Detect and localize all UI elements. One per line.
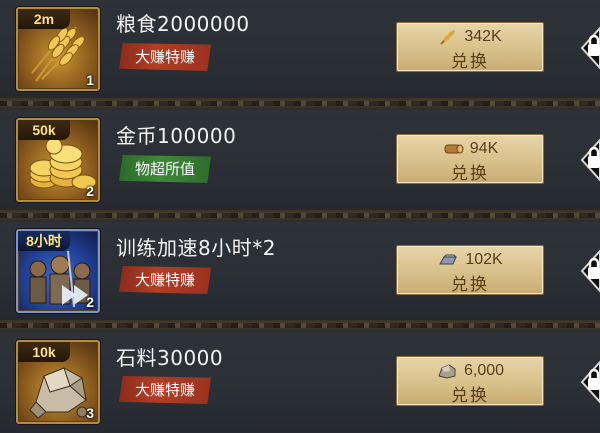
iron-ingot-icon bbox=[439, 254, 458, 265]
item-icon-frame[interactable]: 50k 2 bbox=[16, 118, 100, 202]
item-icon-frame[interactable]: 8小时 2 bbox=[16, 229, 100, 313]
exchange-button-label: 兑换 bbox=[451, 52, 489, 72]
exchange-button-label: 兑换 bbox=[451, 164, 489, 184]
item-title: 训练加速8小时*2 bbox=[116, 236, 276, 260]
exchange-button[interactable]: 6,000 兑换 bbox=[396, 356, 544, 406]
cost-value: 6,000 bbox=[463, 362, 505, 379]
value-badge: 大赚特赚 bbox=[119, 43, 212, 71]
quantity-tag: 50k bbox=[18, 120, 70, 140]
quantity-tag: 10k bbox=[18, 342, 70, 362]
item-count: 1 bbox=[86, 72, 94, 88]
wood-log-icon bbox=[444, 144, 464, 154]
row-divider bbox=[0, 320, 600, 332]
value-badge: 物超所值 bbox=[119, 155, 212, 183]
item-count: 3 bbox=[86, 405, 94, 421]
item-title: 粮食2000000 bbox=[116, 12, 250, 36]
exchange-button-label: 兑换 bbox=[451, 386, 489, 406]
row-divider bbox=[0, 210, 600, 222]
stone-ore-icon bbox=[438, 364, 456, 379]
lock-icon[interactable] bbox=[568, 360, 600, 404]
exchange-button[interactable]: 102K 兑换 bbox=[396, 245, 544, 295]
item-title: 金币100000 bbox=[116, 124, 237, 148]
cost-value: 94K bbox=[469, 140, 499, 157]
wheat-currency-icon bbox=[440, 30, 456, 45]
item-count: 2 bbox=[86, 183, 94, 199]
lock-icon[interactable] bbox=[568, 138, 600, 182]
value-badge: 大赚特赚 bbox=[119, 266, 212, 294]
value-badge: 大赚特赚 bbox=[119, 376, 212, 404]
lock-icon[interactable] bbox=[568, 249, 600, 293]
cost-value: 102K bbox=[465, 251, 503, 268]
item-icon-frame[interactable]: 10k 3 bbox=[16, 340, 100, 424]
exchange-button[interactable]: 94K 兑换 bbox=[396, 134, 544, 184]
quantity-tag: 2m bbox=[18, 9, 70, 29]
item-icon-frame[interactable]: 2m 1 bbox=[16, 7, 100, 91]
cost-value: 342K bbox=[464, 28, 502, 45]
item-count: 2 bbox=[86, 294, 94, 310]
item-title: 石料30000 bbox=[116, 346, 224, 370]
quantity-tag: 8小时 bbox=[18, 231, 70, 251]
lock-icon[interactable] bbox=[568, 26, 600, 70]
exchange-button-label: 兑换 bbox=[451, 275, 489, 295]
row-divider bbox=[0, 98, 600, 110]
exchange-button[interactable]: 342K 兑换 bbox=[396, 22, 544, 72]
